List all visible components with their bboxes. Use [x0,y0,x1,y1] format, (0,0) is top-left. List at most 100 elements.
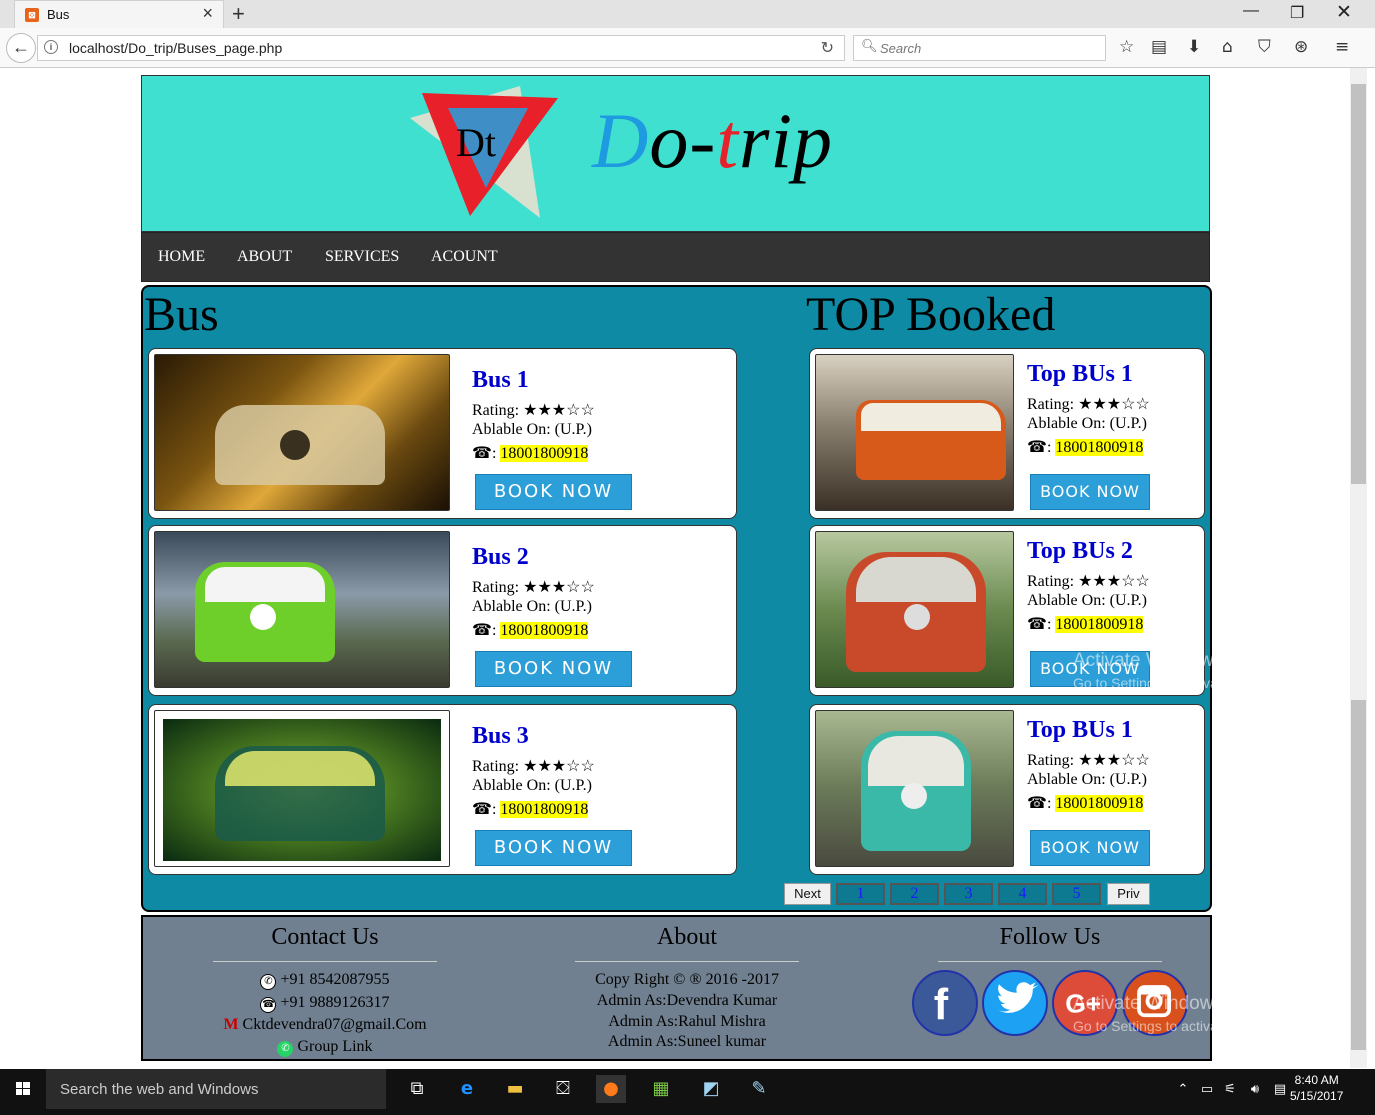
star-rating-icon: ★★★☆☆ [1078,752,1150,769]
taskbar-clock[interactable]: 8:40 AM 5/15/2017 [1290,1072,1343,1104]
menu-item-account[interactable]: ACOUNT [431,248,498,266]
notepad-app-icon[interactable]: ◩ [696,1075,726,1103]
store-icon[interactable]: ⛋ [548,1075,578,1103]
top-bus-name[interactable]: Top BUs 1 [1027,361,1133,388]
task-view-icon[interactable]: ⧉ [402,1075,432,1103]
reading-list-icon[interactable]: ▤ [1151,37,1167,57]
star-rating-icon: ★★★☆☆ [523,579,595,596]
bus-name[interactable]: Bus 3 [472,723,529,750]
bus-name[interactable]: Bus 2 [472,544,529,571]
phone-icon: ☎ [1027,616,1047,633]
minimize-button[interactable]: — [1243,2,1259,20]
bus-phone: ☎: 18001800918 [472,622,589,639]
bus-photo [154,531,450,688]
pagination-prev-button[interactable]: Priv [1107,883,1150,905]
pagination-page[interactable]: 5 [1052,883,1101,905]
top-bus-name[interactable]: Top BUs 2 [1027,538,1133,565]
home-icon[interactable]: ⌂ [1222,37,1233,57]
bus-availability: Ablable On: (U.P.) [472,777,592,794]
pagination-page[interactable]: 4 [998,883,1047,905]
bus-availability: Ablable On: (U.P.) [1027,592,1147,609]
bus-phone: ☎: 18001800918 [1027,439,1144,456]
url-bar[interactable]: i localhost/Do_trip/Buses_page.php ↻ [37,35,845,61]
divider [938,961,1162,962]
divider [213,961,437,962]
bus-phone: ☎: 18001800918 [472,445,589,462]
close-window-button[interactable]: ✕ [1336,1,1352,24]
activate-windows-subtext: Go to Settings to activate Windows. [1073,675,1294,691]
book-now-button[interactable]: BOOK NOW [475,474,632,510]
scrollbar-thumb-lower[interactable] [1351,700,1366,1050]
menu-item-services[interactable]: SERVICES [325,248,399,266]
paint-app-icon[interactable]: ✎ [744,1075,774,1103]
divider [575,961,799,962]
search-icon: 🔍︎ [861,39,878,54]
browser-search-input[interactable]: 🔍︎ Search [853,35,1106,61]
logo-text: Dt [456,120,496,165]
top-bus-card: Top BUs 1 Rating: ★★★☆☆ Ablable On: (U.P… [809,348,1205,519]
new-tab-button[interactable]: + [232,1,245,27]
search-placeholder: Search [880,41,922,56]
admin-2: Admin As:Rahul Mishra [608,1013,766,1030]
contact-email[interactable]: M Cktdevendra07@gmail.Com [180,1016,470,1034]
pagination-next-button[interactable]: Next [784,883,831,905]
sheets-app-icon[interactable]: ▦ [646,1075,676,1103]
tab-title: Bus [47,7,70,22]
browser-tab[interactable]: ⊠ Bus × [14,0,224,28]
book-now-button[interactable]: BOOK NOW [475,651,632,687]
admin-3: Admin As:Suneel kumar [607,1033,767,1050]
scrollbar-thumb[interactable] [1351,84,1366,484]
book-now-button[interactable]: BOOK NOW [1030,474,1150,510]
top-bus-name[interactable]: Top BUs 1 [1027,717,1133,744]
edge-icon[interactable]: e [452,1075,482,1103]
contact-phone-2[interactable]: ☎ +91 9889126317 [180,994,470,1013]
bus-rating: Rating: ★★★☆☆ [472,402,595,419]
bus-photo [815,710,1014,867]
bus-name[interactable]: Bus 1 [472,367,529,394]
follow-heading: Follow Us [999,924,1101,950]
group-link[interactable]: ✆ Group Link [180,1038,470,1057]
twitter-icon[interactable] [982,970,1048,1036]
pagination-page[interactable]: 3 [944,883,993,905]
pocket-icon[interactable]: ⛉ [1258,37,1271,57]
close-tab-icon[interactable]: × [202,3,213,24]
clock-time: 8:40 AM [1294,1073,1339,1087]
activate-windows-watermark: Activate Windows [1073,650,1223,671]
firefox-icon[interactable]: ● [596,1075,626,1103]
bookmark-star-icon[interactable]: ☆ [1119,37,1134,57]
info-icon[interactable]: i [44,40,58,54]
download-icon[interactable]: ⬇ [1187,37,1201,57]
restore-button[interactable]: ❐ [1290,3,1304,23]
pagination-page[interactable]: 1 [836,883,885,905]
menu-hamburger-icon[interactable]: ≡ [1335,37,1349,57]
bus-availability: Ablable On: (U.P.) [1027,771,1147,788]
bus-photo [154,354,450,511]
file-explorer-icon[interactable]: ▬ [500,1075,530,1103]
do-trip-logo[interactable]: Dt [400,78,560,226]
star-rating-icon: ★★★☆☆ [523,402,595,419]
taskbar-search-box[interactable]: Search the web and Windows [46,1069,386,1109]
bus-availability: Ablable On: (U.P.) [472,598,592,615]
book-now-button[interactable]: BOOK NOW [475,830,632,866]
facebook-icon[interactable]: f [912,970,978,1036]
phone-icon: ☎ [472,801,492,818]
url-text[interactable]: localhost/Do_trip/Buses_page.php [69,40,282,56]
phone-icon: ☎ [260,997,277,1013]
star-rating-icon: ★★★☆☆ [1078,573,1150,590]
menu-item-about[interactable]: ABOUT [237,248,292,266]
menu-item-home[interactable]: HOME [158,248,205,266]
contact-phone-1[interactable]: ✆ +91 8542087955 [180,971,470,990]
bus-rating: Rating: ★★★☆☆ [1027,396,1150,413]
bus-phone: ☎: 18001800918 [1027,795,1144,812]
bus-photo [815,354,1014,511]
book-now-button[interactable]: BOOK NOW [1030,830,1150,866]
back-button[interactable]: ← [6,33,36,63]
extension-icon[interactable]: ⊛ [1294,37,1308,57]
site-brand-name: Do-trip [592,97,834,184]
windows-start-button[interactable] [0,1069,46,1109]
bus-availability: Ablable On: (U.P.) [1027,415,1147,432]
bus-rating: Rating: ★★★☆☆ [472,579,595,596]
pagination-page[interactable]: 2 [890,883,939,905]
activate-windows-watermark: Activate Windows [1073,993,1223,1014]
reload-icon[interactable]: ↻ [821,38,834,58]
